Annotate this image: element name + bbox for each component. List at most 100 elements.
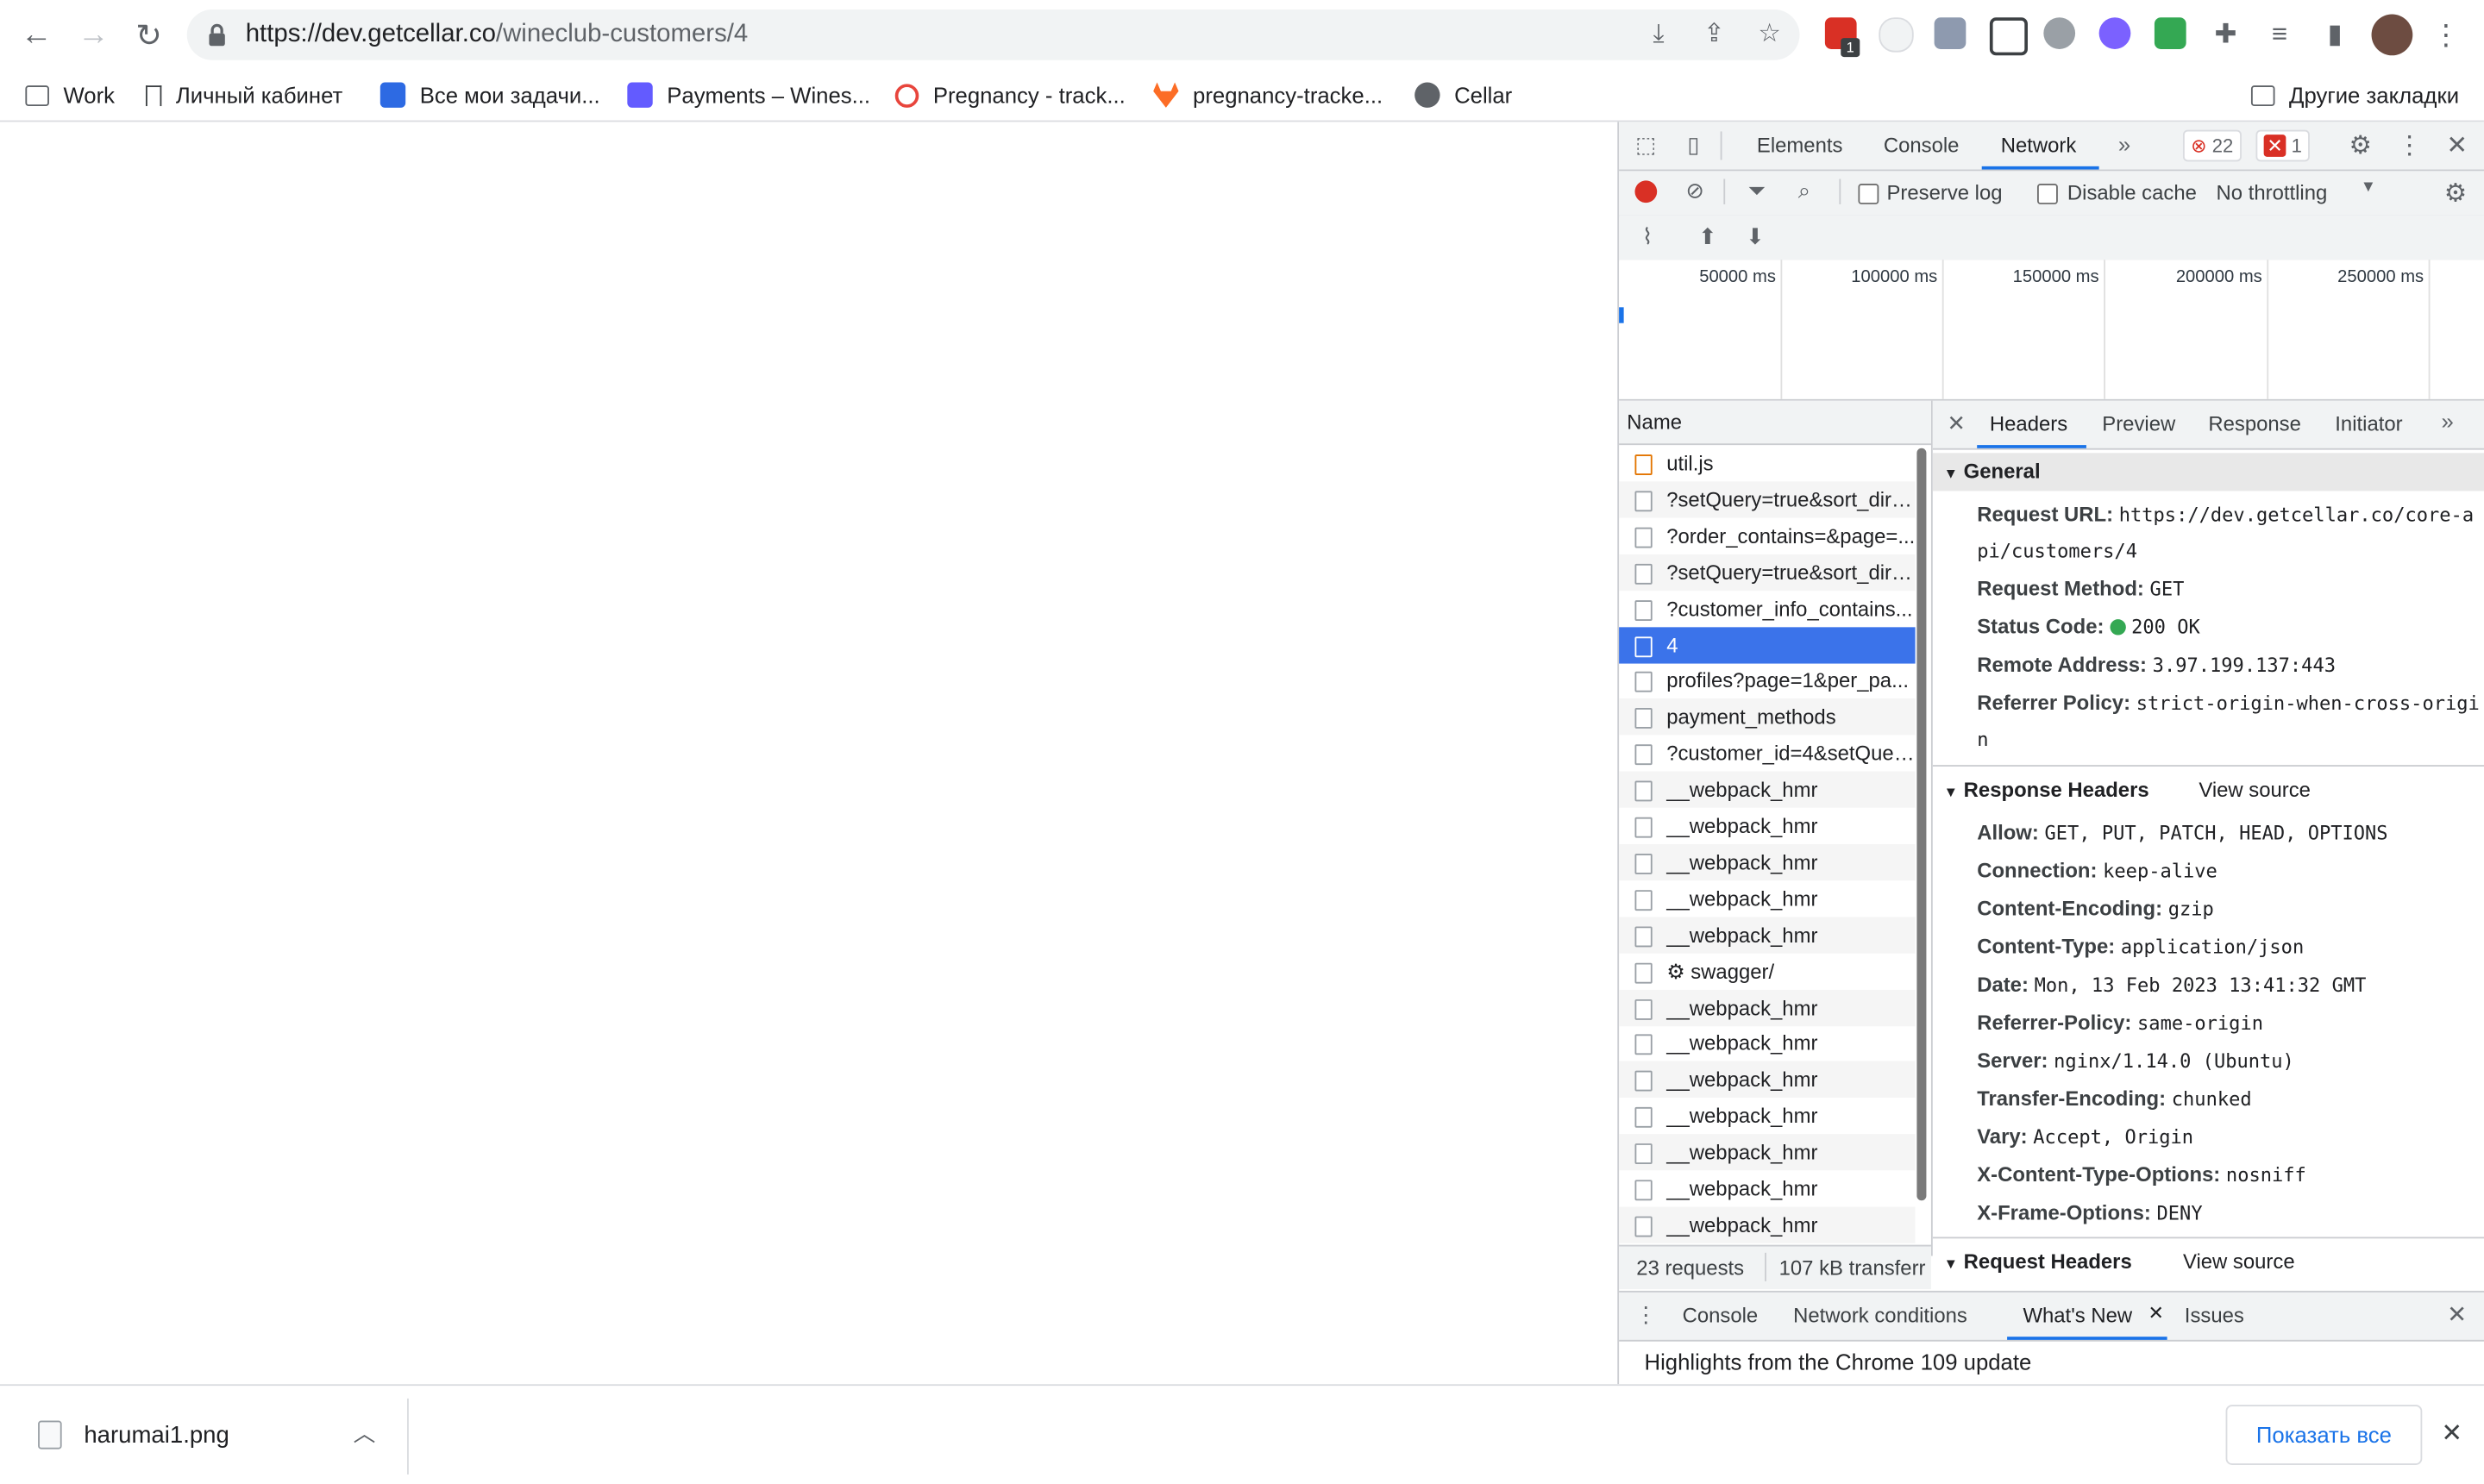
- bookmark-payments[interactable]: Payments – Wines...: [627, 79, 870, 111]
- request-row[interactable]: ⚙ swagger/: [1619, 953, 1915, 989]
- download-filename[interactable]: harumai1.png: [84, 1422, 229, 1449]
- request-row[interactable]: ?setQuery=true&sort_dire...: [1619, 554, 1916, 591]
- more-detail-tabs-icon[interactable]: »: [2437, 409, 2459, 434]
- request-row[interactable]: __webpack_hmr: [1619, 1134, 1916, 1171]
- search-icon[interactable]: ⌕: [1791, 178, 1816, 204]
- tab-preview[interactable]: Preview: [2102, 412, 2175, 436]
- devtools-menu-icon[interactable]: ⋮: [2395, 130, 2424, 162]
- request-row[interactable]: __webpack_hmr: [1619, 843, 1916, 881]
- share-icon[interactable]: ⇪: [1700, 21, 1728, 49]
- document-file-icon: [1634, 1180, 1653, 1201]
- request-headers-section-header[interactable]: ▼ Request Headers View source: [1933, 1243, 2484, 1281]
- disable-cache-checkbox[interactable]: [2036, 184, 2058, 204]
- request-row[interactable]: __webpack_hmr: [1619, 771, 1916, 808]
- tab-elements[interactable]: Elements: [1757, 133, 1843, 157]
- close-whats-new-icon[interactable]: ✕: [2147, 1302, 2166, 1324]
- tab-initiator[interactable]: Initiator: [2335, 412, 2402, 436]
- tab-console[interactable]: Console: [1884, 133, 1960, 157]
- response-headers-section-header[interactable]: ▼ Response Headers View source: [1933, 771, 2484, 809]
- menu-kebab-icon[interactable]: ⋮: [2425, 15, 2467, 56]
- chevron-up-icon[interactable]: ︿: [354, 1418, 376, 1450]
- network-settings-icon[interactable]: ⚙: [2441, 178, 2469, 210]
- request-row[interactable]: profiles?page=1&per_pa...: [1619, 662, 1915, 698]
- request-row[interactable]: payment_methods: [1619, 698, 1916, 736]
- request-row[interactable]: __webpack_hmr: [1619, 1025, 1915, 1061]
- clear-icon[interactable]: ⊘: [1683, 178, 1708, 204]
- name-column-header[interactable]: Name: [1627, 410, 1682, 435]
- request-row[interactable]: __webpack_hmr: [1619, 916, 1916, 954]
- request-row[interactable]: util.js: [1619, 445, 1915, 481]
- extensions-icon[interactable]: ✚: [2205, 15, 2247, 56]
- request-row[interactable]: __webpack_hmr: [1619, 1061, 1916, 1099]
- record-icon[interactable]: [1634, 180, 1658, 204]
- request-row[interactable]: __webpack_hmr: [1619, 880, 1915, 917]
- drawer-menu-icon[interactable]: ⋮: [1634, 1302, 1657, 1329]
- bookmark-pregnancy-track[interactable]: Pregnancy - track...: [894, 79, 1126, 111]
- issue-count-badge[interactable]: ✕ 1: [2255, 129, 2311, 162]
- close-drawer-icon[interactable]: ✕: [2444, 1300, 2469, 1329]
- side-panel-icon[interactable]: ▮: [2314, 15, 2355, 56]
- general-section-header[interactable]: ▼ General: [1932, 453, 2484, 492]
- bookmark-other[interactable]: Другие закладки: [2250, 79, 2459, 111]
- install-icon[interactable]: ⤓: [1644, 21, 1672, 49]
- close-details-icon[interactable]: ✕: [1945, 410, 1967, 437]
- tab-response[interactable]: Response: [2208, 412, 2301, 436]
- request-row[interactable]: ?order_contains=&page=...: [1619, 517, 1915, 554]
- chevron-down-icon[interactable]: ▼: [2359, 179, 2378, 197]
- profile-avatar[interactable]: [2371, 14, 2413, 56]
- bookmark-cellar[interactable]: Cellar: [1414, 79, 1512, 111]
- request-row[interactable]: ?customer_id=4&setQuer...: [1619, 736, 1916, 772]
- address-bar[interactable]: https://dev.getcellar.co/wineclub-custom…: [186, 9, 1800, 60]
- drawer-tab-network-conditions[interactable]: Network conditions: [1793, 1304, 1967, 1328]
- throttling-select[interactable]: No throttling: [2217, 180, 2328, 204]
- error-count-badge[interactable]: ⊗ 22: [2182, 129, 2242, 162]
- request-row[interactable]: __webpack_hmr: [1619, 1170, 1915, 1206]
- back-icon[interactable]: ←: [16, 15, 57, 56]
- close-devtools-icon[interactable]: ✕: [2443, 130, 2471, 162]
- response-header-row: Content-Encoding: gzip: [1977, 890, 2481, 928]
- url-text[interactable]: https://dev.getcellar.co/wineclub-custom…: [246, 21, 749, 49]
- tab-network[interactable]: Network: [2001, 133, 2077, 157]
- request-row[interactable]: __webpack_hmr: [1619, 808, 1915, 844]
- request-row[interactable]: __webpack_hmr: [1619, 989, 1916, 1026]
- close-downloads-icon[interactable]: ✕: [2441, 1418, 2462, 1450]
- drawer-tab-whats-new[interactable]: What's New: [2023, 1304, 2132, 1328]
- media-controls-icon[interactable]: ≡: [2259, 15, 2300, 56]
- browser-toolbar: ← → ↻ https://dev.getcellar.co/wineclub-…: [0, 0, 2484, 70]
- response-view-source-link[interactable]: View source: [2199, 771, 2311, 809]
- extension-color-icon[interactable]: [2098, 17, 2131, 49]
- bookmark-cabinet[interactable]: Личный кабинет: [145, 79, 342, 111]
- tab-headers[interactable]: Headers: [1990, 412, 2067, 436]
- export-har-icon[interactable]: ⬇: [1744, 223, 1766, 250]
- extension-image-icon[interactable]: [1934, 17, 1966, 49]
- inspect-element-icon[interactable]: ⬚: [1632, 131, 1660, 158]
- show-all-downloads-button[interactable]: Показать все: [2225, 1405, 2423, 1465]
- filter-icon[interactable]: ⏷: [1744, 178, 1769, 204]
- settings-gear-icon[interactable]: ⚙: [2346, 130, 2374, 162]
- network-summary-bar: 23 requests 107 kB transferr: [1619, 1244, 1931, 1290]
- bookmark-tasks[interactable]: Все мои задачи...: [380, 79, 600, 111]
- extension-puzzle-color-icon[interactable]: [2154, 17, 2186, 49]
- preserve-log-checkbox[interactable]: [1858, 184, 1879, 204]
- network-conditions-icon[interactable]: ⌇: [1634, 223, 1662, 250]
- request-row[interactable]: ?customer_info_contains...: [1619, 590, 1915, 626]
- request-row[interactable]: __webpack_hmr: [1619, 1098, 1915, 1134]
- request-row[interactable]: __webpack_hmr: [1619, 1206, 1916, 1243]
- extension-globe-icon[interactable]: [2043, 17, 2076, 49]
- drawer-tab-console[interactable]: Console: [1683, 1304, 1759, 1328]
- extension-qr-icon[interactable]: [1989, 17, 2028, 56]
- bookmark-gitlab[interactable]: pregnancy-tracke...: [1153, 79, 1383, 111]
- request-row[interactable]: ?setQuery=true&sort_dire...: [1619, 481, 1916, 518]
- import-har-icon[interactable]: ⬆: [1697, 223, 1719, 250]
- request-view-source-link[interactable]: View source: [2183, 1243, 2295, 1281]
- bookmark-work[interactable]: Work: [25, 79, 115, 111]
- forward-icon[interactable]: →: [72, 15, 114, 56]
- more-tabs-icon[interactable]: »: [2113, 131, 2136, 156]
- request-row[interactable]: 4: [1619, 626, 1916, 663]
- drawer-tab-issues[interactable]: Issues: [2185, 1304, 2244, 1328]
- extension-clock-icon[interactable]: [1879, 17, 1914, 53]
- device-toolbar-icon[interactable]: ▯: [1679, 131, 1708, 158]
- reload-icon[interactable]: ↻: [129, 15, 170, 56]
- bookmark-star-icon[interactable]: ☆: [1755, 21, 1784, 49]
- request-list-scrollbar[interactable]: [1916, 448, 1927, 1201]
